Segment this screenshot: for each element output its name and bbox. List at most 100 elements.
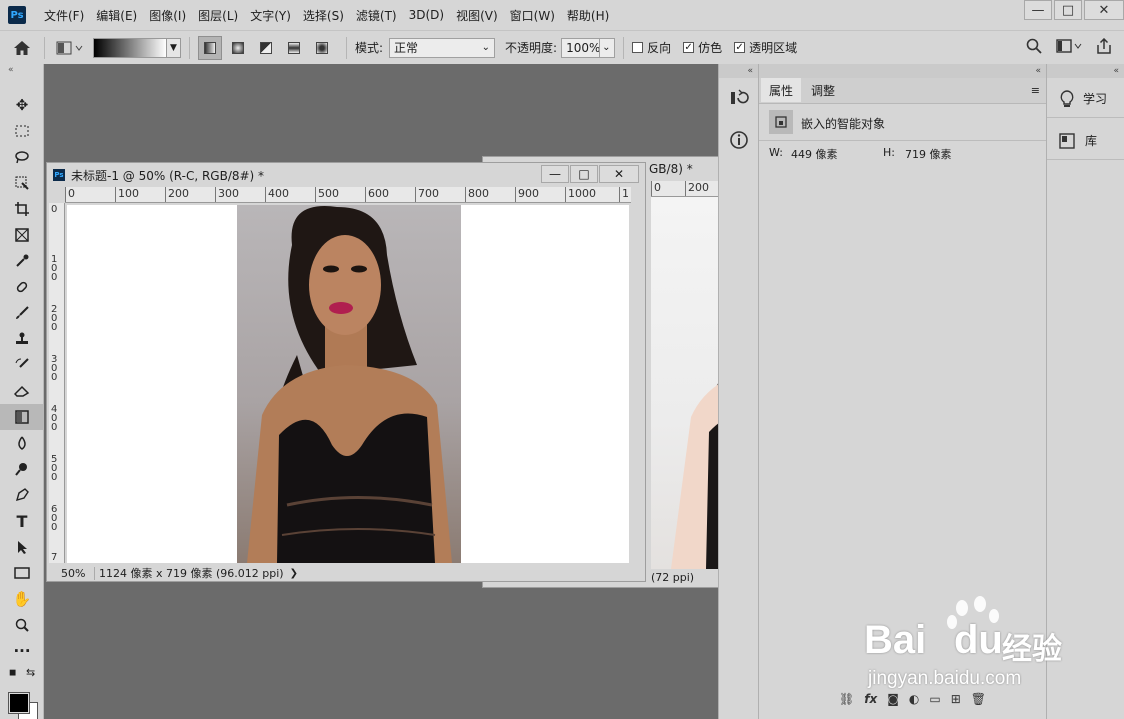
menu-window[interactable]: 窗口(W) bbox=[504, 7, 561, 24]
tab-properties[interactable]: 属性 bbox=[761, 78, 802, 102]
menu-file[interactable]: 文件(F) bbox=[38, 7, 90, 24]
collapse-panel-button[interactable]: « bbox=[719, 64, 759, 78]
maximize-button[interactable]: □ bbox=[1054, 0, 1082, 20]
menu-filter[interactable]: 滤镜(T) bbox=[350, 7, 403, 24]
foreground-color-swatch[interactable] bbox=[8, 692, 30, 714]
minimize-button[interactable]: — bbox=[541, 165, 569, 183]
mode-select[interactable]: 正常 ⌄ bbox=[389, 37, 496, 58]
lasso-tool-icon[interactable] bbox=[0, 144, 44, 170]
menu-select[interactable]: 选择(S) bbox=[297, 7, 350, 24]
collapse-toolbar-button[interactable]: « bbox=[0, 64, 43, 76]
gradient-tool-preset-icon[interactable] bbox=[53, 41, 87, 55]
opacity-field[interactable]: 100% bbox=[561, 37, 600, 58]
collapse-panel-button[interactable]: « bbox=[1047, 64, 1124, 78]
eyedropper-tool-icon[interactable] bbox=[0, 248, 44, 274]
eraser-tool-icon[interactable] bbox=[0, 378, 44, 404]
history-icon[interactable] bbox=[729, 88, 749, 111]
menu-3d[interactable]: 3D(D) bbox=[403, 8, 450, 22]
blur-tool-icon[interactable] bbox=[0, 430, 44, 456]
more-tools-icon[interactable]: ··· bbox=[0, 638, 44, 664]
panel-menu-icon[interactable]: ≡ bbox=[1031, 84, 1040, 97]
width-value[interactable]: 449 像素 bbox=[791, 146, 838, 162]
ruler-tick: 400 bbox=[265, 187, 289, 202]
ruler-tick: 1 bbox=[619, 187, 629, 202]
gradient-tool-icon[interactable] bbox=[0, 404, 44, 430]
path-selection-tool-icon[interactable] bbox=[0, 534, 44, 560]
default-colors-icon[interactable]: ◼ bbox=[9, 668, 16, 678]
menu-layer[interactable]: 图层(L) bbox=[192, 7, 244, 24]
ruler-tick: 600 bbox=[365, 187, 389, 202]
angle-gradient-button[interactable] bbox=[254, 36, 278, 60]
transparency-checkbox[interactable]: ✓ bbox=[734, 42, 746, 53]
workspace-icon[interactable] bbox=[1056, 39, 1082, 56]
document-window-1[interactable]: Ps 未标题-1 @ 50% (R-C, RGB/8#) * — □ ✕ 0 1… bbox=[46, 162, 646, 582]
ruler-tick: 1000 bbox=[565, 187, 596, 202]
learn-button[interactable]: 学习 bbox=[1047, 80, 1124, 118]
radial-gradient-icon bbox=[232, 41, 244, 54]
gradient-picker[interactable]: ▼ bbox=[93, 37, 181, 58]
height-value[interactable]: 719 像素 bbox=[905, 146, 952, 162]
linear-gradient-icon bbox=[204, 41, 216, 54]
radial-gradient-button[interactable] bbox=[226, 36, 250, 60]
pen-tool-icon[interactable] bbox=[0, 482, 44, 508]
type-tool-icon[interactable]: T bbox=[0, 508, 44, 534]
brush-tool-icon[interactable] bbox=[0, 300, 44, 326]
opacity-dropdown-button[interactable]: ⌄ bbox=[599, 37, 616, 58]
ruler-tick: 100 bbox=[115, 187, 139, 202]
watermark-url: jingyan.baidu.com bbox=[868, 668, 1022, 689]
menu-help[interactable]: 帮助(H) bbox=[561, 7, 615, 24]
chevron-down-icon[interactable]: ▼ bbox=[167, 37, 181, 58]
restore-button[interactable]: □ bbox=[570, 165, 598, 183]
hand-tool-icon[interactable]: ✋ bbox=[0, 586, 44, 612]
height-label: H: bbox=[883, 146, 895, 159]
menu-image[interactable]: 图像(I) bbox=[143, 7, 192, 24]
collapse-panel-button[interactable]: « bbox=[759, 64, 1047, 78]
link-layers-icon[interactable]: ⛓ bbox=[839, 692, 854, 706]
reflected-gradient-button[interactable] bbox=[282, 36, 306, 60]
chevron-right-icon[interactable]: ❯ bbox=[290, 568, 298, 579]
object-selection-tool-icon[interactable] bbox=[0, 170, 44, 196]
share-icon[interactable] bbox=[1096, 37, 1112, 57]
menu-view[interactable]: 视图(V) bbox=[450, 7, 504, 24]
ruler-tick: 300 bbox=[215, 187, 239, 202]
menu-type[interactable]: 文字(Y) bbox=[244, 7, 297, 24]
marquee-tool-icon[interactable] bbox=[0, 118, 44, 144]
frame-tool-icon[interactable] bbox=[0, 222, 44, 248]
menu-edit[interactable]: 编辑(E) bbox=[90, 7, 143, 24]
clone-stamp-tool-icon[interactable] bbox=[0, 326, 44, 352]
ruler-tick: 200 bbox=[685, 181, 709, 196]
info-icon[interactable] bbox=[729, 130, 749, 153]
tab-adjustments[interactable]: 调整 bbox=[803, 78, 843, 102]
swap-colors-icon[interactable]: ⇆ bbox=[26, 666, 35, 679]
dodge-tool-icon[interactable] bbox=[0, 456, 44, 482]
ruler-tick: 1 0 0 bbox=[51, 254, 58, 283]
minimize-button[interactable]: — bbox=[1024, 0, 1052, 20]
document-2-status-text: (72 ppi) bbox=[651, 570, 695, 584]
ruler-tick: 4 0 0 bbox=[51, 404, 58, 433]
zoom-level[interactable]: 50% bbox=[49, 566, 95, 580]
reverse-checkbox[interactable] bbox=[632, 42, 644, 53]
ruler-tick: 200 bbox=[165, 187, 189, 202]
library-button[interactable]: 库 bbox=[1047, 122, 1124, 160]
dither-checkbox[interactable]: ✓ bbox=[683, 42, 695, 53]
ruler-tick: 5 0 0 bbox=[51, 454, 58, 483]
home-icon[interactable] bbox=[0, 31, 44, 65]
ruler-tick: 7 bbox=[51, 552, 58, 563]
close-button[interactable]: ✕ bbox=[599, 165, 639, 183]
diamond-gradient-button[interactable] bbox=[310, 36, 334, 60]
close-button[interactable]: ✕ bbox=[1084, 0, 1124, 20]
search-icon[interactable] bbox=[1026, 38, 1042, 57]
zoom-tool-icon[interactable] bbox=[0, 612, 44, 638]
healing-brush-tool-icon[interactable] bbox=[0, 274, 44, 300]
divider bbox=[346, 36, 347, 59]
history-brush-tool-icon[interactable] bbox=[0, 352, 44, 378]
vertical-ruler: 0 1 0 0 2 0 0 3 0 0 4 0 0 5 0 0 6 0 0 7 bbox=[49, 203, 65, 563]
angle-gradient-icon bbox=[260, 41, 272, 54]
move-tool-icon[interactable]: ✥ bbox=[0, 92, 44, 118]
chevron-down-icon: ⌄ bbox=[481, 42, 491, 53]
ruler-tick: 800 bbox=[465, 187, 489, 202]
linear-gradient-button[interactable] bbox=[198, 35, 222, 60]
crop-tool-icon[interactable] bbox=[0, 196, 44, 222]
gradient-preview[interactable] bbox=[93, 37, 167, 58]
rectangle-tool-icon[interactable] bbox=[0, 560, 44, 586]
